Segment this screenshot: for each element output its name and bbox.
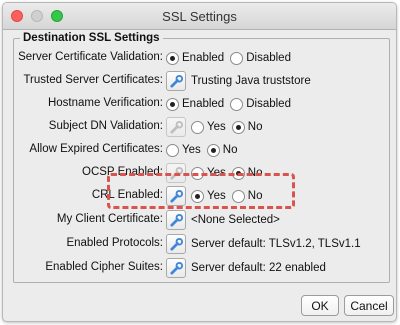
- row-my-client-certificate: My Client Certificate: <None Selected>: [14, 210, 391, 230]
- option-allow-expired-no: No: [222, 144, 238, 156]
- value-enabled-cipher-suites: Server default: 22 enabled: [191, 262, 326, 274]
- label-crl-enabled: CRL Enabled:: [91, 189, 163, 201]
- edit-protocols-button[interactable]: [166, 234, 186, 254]
- row-enabled-cipher-suites: Enabled Cipher Suites: Server default: 2…: [14, 258, 391, 278]
- wrench-icon: [169, 166, 183, 180]
- radio-hostname-disabled[interactable]: [230, 97, 244, 111]
- option-server-cert-disabled: Disabled: [246, 52, 291, 64]
- label-my-client-certificate: My Client Certificate:: [56, 213, 163, 225]
- option-crl-no: No: [247, 190, 263, 202]
- option-subject-dn-no: No: [247, 121, 263, 133]
- option-ocsp-no: No: [247, 167, 263, 179]
- edit-client-cert-button[interactable]: [166, 210, 186, 230]
- label-enabled-cipher-suites: Enabled Cipher Suites:: [45, 261, 163, 273]
- option-allow-expired-yes: Yes: [182, 144, 201, 156]
- wrench-icon: [169, 261, 183, 275]
- radio-subject-dn-no[interactable]: [231, 120, 245, 134]
- row-ocsp-enabled: OCSP Enabled: Yes No: [14, 163, 391, 183]
- value-trusted-server-certificates: Trusting Java truststore: [191, 75, 311, 87]
- row-subject-dn-validation: Subject DN Validation: Yes No: [14, 117, 391, 137]
- radio-server-cert-disabled[interactable]: [230, 51, 244, 65]
- edit-trusted-certs-button[interactable]: [166, 71, 186, 91]
- value-my-client-certificate: <None Selected>: [191, 214, 280, 226]
- label-allow-expired-certificates: Allow Expired Certificates:: [29, 143, 163, 155]
- radio-crl-no[interactable]: [231, 189, 245, 203]
- option-hostname-disabled: Disabled: [246, 98, 291, 110]
- row-crl-enabled: CRL Enabled: Yes No: [14, 186, 391, 206]
- radio-allow-expired-no[interactable]: [206, 143, 220, 157]
- window-title: SSL Settings: [162, 9, 237, 24]
- label-server-certificate-validation: Server Certificate Validation:: [18, 51, 163, 63]
- edit-subject-dn-button[interactable]: [166, 117, 186, 137]
- edit-ocsp-button[interactable]: [166, 163, 186, 183]
- group-legend: Destination SSL Settings: [20, 32, 163, 44]
- edit-cipher-suites-button[interactable]: [166, 258, 186, 278]
- radio-hostname-enabled[interactable]: [166, 97, 179, 111]
- radio-ocsp-yes[interactable]: [191, 166, 204, 180]
- row-trusted-server-certificates: Trusted Server Certificates: Trusting Ja…: [14, 71, 391, 91]
- row-server-certificate-validation: Server Certificate Validation: Enabled D…: [14, 48, 391, 68]
- row-hostname-verification: Hostname Verification: Enabled Disabled: [14, 94, 391, 114]
- wrench-icon: [169, 237, 183, 251]
- radio-allow-expired-yes[interactable]: [166, 143, 179, 157]
- edit-crl-button[interactable]: [166, 186, 186, 206]
- option-server-cert-enabled: Enabled: [182, 52, 225, 64]
- label-hostname-verification: Hostname Verification:: [47, 97, 163, 109]
- destination-ssl-settings-group: Destination SSL Settings Server Certific…: [13, 32, 391, 283]
- radio-server-cert-enabled[interactable]: [166, 51, 179, 65]
- row-allow-expired-certificates: Allow Expired Certificates: Yes No: [14, 140, 391, 160]
- row-enabled-protocols: Enabled Protocols: Server default: TLSv1…: [14, 234, 391, 254]
- wrench-icon: [169, 213, 183, 227]
- cancel-button[interactable]: Cancel: [344, 295, 394, 316]
- option-subject-dn-yes: Yes: [207, 121, 226, 133]
- label-ocsp-enabled: OCSP Enabled:: [82, 166, 163, 178]
- wrench-icon: [169, 189, 183, 203]
- radio-subject-dn-yes[interactable]: [191, 120, 204, 134]
- label-subject-dn-validation: Subject DN Validation:: [48, 120, 163, 132]
- label-enabled-protocols: Enabled Protocols:: [66, 237, 163, 249]
- radio-ocsp-no[interactable]: [231, 166, 245, 180]
- radio-crl-yes[interactable]: [191, 189, 204, 203]
- option-ocsp-yes: Yes: [207, 167, 226, 179]
- ssl-settings-window: SSL Settings Destination SSL Settings Se…: [2, 2, 397, 322]
- title-bar: SSL Settings: [3, 3, 396, 30]
- option-hostname-enabled: Enabled: [182, 98, 225, 110]
- label-trusted-server-certificates: Trusted Server Certificates:: [23, 74, 163, 86]
- wrench-icon: [169, 74, 183, 88]
- value-enabled-protocols: Server default: TLSv1.2, TLSv1.1: [191, 238, 361, 250]
- ok-button[interactable]: OK: [301, 295, 339, 316]
- wrench-icon: [169, 120, 183, 134]
- option-crl-yes: Yes: [207, 190, 226, 202]
